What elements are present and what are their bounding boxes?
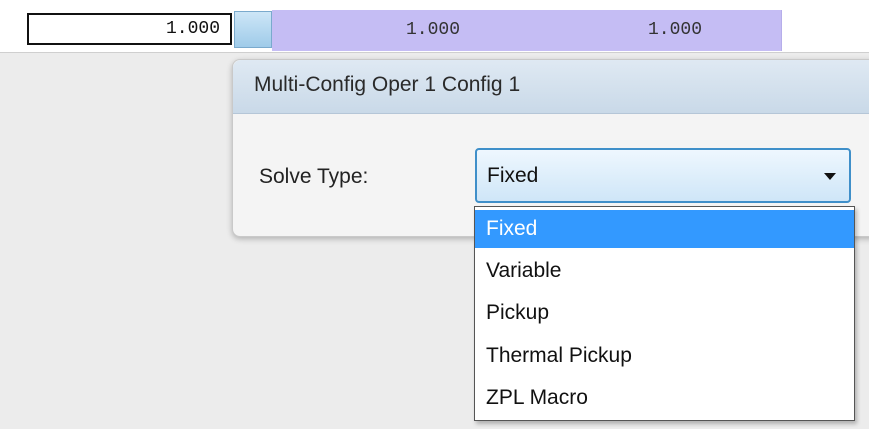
option-zpl-macro[interactable]: ZPL Macro (475, 379, 854, 417)
solve-type-label: Solve Type: (259, 165, 369, 188)
editor-grid-row: 1.000 1.000 1.000 (0, 0, 869, 52)
solve-type-selected-value: Fixed (487, 164, 539, 187)
option-variable[interactable]: Variable (475, 252, 854, 290)
grid-empty-area (782, 0, 869, 52)
popup-header: Multi-Config Oper 1 Config 1 (233, 60, 869, 114)
config-2-cell[interactable]: 1.000 (272, 10, 536, 51)
option-fixed[interactable]: Fixed (475, 210, 854, 248)
solve-type-dropdown-list: Fixed Variable Pickup Thermal Pickup ZPL… (474, 206, 855, 421)
option-thermal-pickup[interactable]: Thermal Pickup (475, 337, 854, 375)
value-cell-editing[interactable]: 1.000 (27, 13, 232, 45)
config-3-cell[interactable]: 1.000 (536, 10, 782, 51)
grid-divider (0, 52, 869, 53)
chevron-down-icon[interactable] (824, 173, 836, 180)
option-pickup[interactable]: Pickup (475, 294, 854, 332)
solve-type-cell-button[interactable] (234, 11, 272, 48)
solve-type-combobox[interactable]: Fixed (475, 148, 851, 203)
popup-title: Multi-Config Oper 1 Config 1 (254, 73, 521, 96)
